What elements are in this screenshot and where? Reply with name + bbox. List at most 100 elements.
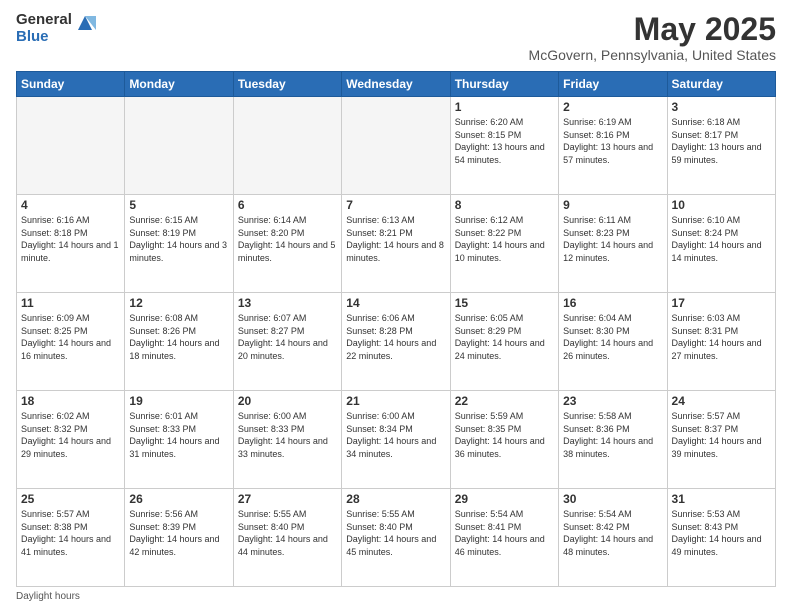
day-header-monday: Monday	[125, 72, 233, 97]
day-info: Sunrise: 6:01 AM Sunset: 8:33 PM Dayligh…	[129, 410, 228, 460]
footer: Daylight hours	[16, 591, 776, 602]
day-cell: 22Sunrise: 5:59 AM Sunset: 8:35 PM Dayli…	[450, 391, 558, 489]
day-number: 13	[238, 296, 337, 310]
day-cell: 7Sunrise: 6:13 AM Sunset: 8:21 PM Daylig…	[342, 195, 450, 293]
day-number: 27	[238, 492, 337, 506]
day-info: Sunrise: 6:20 AM Sunset: 8:15 PM Dayligh…	[455, 116, 554, 166]
logo-icon	[74, 12, 96, 34]
day-info: Sunrise: 6:18 AM Sunset: 8:17 PM Dayligh…	[672, 116, 771, 166]
day-cell: 14Sunrise: 6:06 AM Sunset: 8:28 PM Dayli…	[342, 293, 450, 391]
header: General Blue May 2025 McGovern, Pennsylv…	[16, 12, 776, 63]
day-info: Sunrise: 6:19 AM Sunset: 8:16 PM Dayligh…	[563, 116, 662, 166]
day-number: 9	[563, 198, 662, 212]
day-number: 6	[238, 198, 337, 212]
day-header-wednesday: Wednesday	[342, 72, 450, 97]
logo: General Blue	[16, 12, 96, 45]
day-cell: 13 Sunrise: 6:07 AM Sunset: 8:27 PM Dayli…	[233, 293, 341, 391]
day-number: 20	[238, 394, 337, 408]
day-cell: 23Sunrise: 5:58 AM Sunset: 8:36 PM Dayli…	[559, 391, 667, 489]
day-info: Sunrise: 5:55 AM Sunset: 8:40 PM Dayligh…	[346, 508, 445, 558]
day-number: 29	[455, 492, 554, 506]
day-cell: 16 Sunrise: 6:04 AM Sunset: 8:30 PM Dayli…	[559, 293, 667, 391]
day-header-sunday: Sunday	[17, 72, 125, 97]
day-number: 16	[563, 296, 662, 310]
day-number: 1	[455, 100, 554, 114]
day-cell: 15Sunrise: 6:05 AM Sunset: 8:29 PM Dayli…	[450, 293, 558, 391]
day-cell: 26 Sunrise: 5:56 AM Sunset: 8:39 PM Dayli…	[125, 489, 233, 587]
day-number: 17	[672, 296, 771, 310]
week-row-2: 11 Sunrise: 6:09 AM Sunset: 8:25 PM Dayli…	[17, 293, 776, 391]
day-info: Sunrise: 6:04 AM Sunset: 8:30 PM Dayligh…	[563, 312, 662, 362]
day-cell: 28 Sunrise: 5:55 AM Sunset: 8:40 PM Dayli…	[342, 489, 450, 587]
day-number: 12	[129, 296, 228, 310]
day-info: Sunrise: 5:54 AM Sunset: 8:41 PM Dayligh…	[455, 508, 554, 558]
day-cell	[342, 97, 450, 195]
day-cell: 8 Sunrise: 6:12 AM Sunset: 8:22 PM Daylig…	[450, 195, 558, 293]
day-info: Sunrise: 5:54 AM Sunset: 8:42 PM Dayligh…	[563, 508, 662, 558]
day-info: Sunrise: 6:00 AM Sunset: 8:33 PM Dayligh…	[238, 410, 337, 460]
day-info: Sunrise: 6:08 AM Sunset: 8:26 PM Dayligh…	[129, 312, 228, 362]
day-info: Sunrise: 6:02 AM Sunset: 8:32 PM Dayligh…	[21, 410, 120, 460]
day-number: 21	[346, 394, 445, 408]
day-number: 10	[672, 198, 771, 212]
day-info: Sunrise: 5:53 AM Sunset: 8:43 PM Dayligh…	[672, 508, 771, 558]
day-cell: 24 Sunrise: 5:57 AM Sunset: 8:37 PM Dayli…	[667, 391, 775, 489]
day-number: 19	[129, 394, 228, 408]
week-row-0: 1 Sunrise: 6:20 AM Sunset: 8:15 PM Daylig…	[17, 97, 776, 195]
day-cell: 19 Sunrise: 6:01 AM Sunset: 8:33 PM Dayli…	[125, 391, 233, 489]
day-info: Sunrise: 6:11 AM Sunset: 8:23 PM Dayligh…	[563, 214, 662, 264]
logo-general: General	[16, 12, 72, 29]
day-cell: 1 Sunrise: 6:20 AM Sunset: 8:15 PM Daylig…	[450, 97, 558, 195]
day-cell: 29 Sunrise: 5:54 AM Sunset: 8:41 PM Dayli…	[450, 489, 558, 587]
header-row: SundayMondayTuesdayWednesdayThursdayFrid…	[17, 72, 776, 97]
day-cell: 3 Sunrise: 6:18 AM Sunset: 8:17 PM Daylig…	[667, 97, 775, 195]
day-cell: 25Sunrise: 5:57 AM Sunset: 8:38 PM Dayli…	[17, 489, 125, 587]
calendar-subtitle: McGovern, Pennsylvania, United States	[529, 47, 776, 63]
day-cell: 10Sunrise: 6:10 AM Sunset: 8:24 PM Dayli…	[667, 195, 775, 293]
calendar-table: SundayMondayTuesdayWednesdayThursdayFrid…	[16, 71, 776, 587]
day-number: 18	[21, 394, 120, 408]
logo-text: General Blue	[16, 12, 72, 45]
day-number: 11	[21, 296, 120, 310]
day-info: Sunrise: 6:12 AM Sunset: 8:22 PM Dayligh…	[455, 214, 554, 264]
day-number: 5	[129, 198, 228, 212]
day-info: Sunrise: 6:03 AM Sunset: 8:31 PM Dayligh…	[672, 312, 771, 362]
daylight-hours-label: Daylight hours	[16, 591, 80, 602]
day-number: 4	[21, 198, 120, 212]
day-cell: 5Sunrise: 6:15 AM Sunset: 8:19 PM Daylig…	[125, 195, 233, 293]
week-row-1: 4Sunrise: 6:16 AM Sunset: 8:18 PM Daylig…	[17, 195, 776, 293]
day-number: 8	[455, 198, 554, 212]
day-info: Sunrise: 6:09 AM Sunset: 8:25 PM Dayligh…	[21, 312, 120, 362]
day-cell: 11 Sunrise: 6:09 AM Sunset: 8:25 PM Dayli…	[17, 293, 125, 391]
day-number: 25	[21, 492, 120, 506]
day-number: 26	[129, 492, 228, 506]
calendar-title: May 2025	[529, 12, 776, 47]
day-number: 3	[672, 100, 771, 114]
day-cell: 12 Sunrise: 6:08 AM Sunset: 8:26 PM Dayli…	[125, 293, 233, 391]
day-cell: 18 Sunrise: 6:02 AM Sunset: 8:32 PM Dayli…	[17, 391, 125, 489]
day-info: Sunrise: 6:07 AM Sunset: 8:27 PM Dayligh…	[238, 312, 337, 362]
day-cell: 27 Sunrise: 5:55 AM Sunset: 8:40 PM Dayli…	[233, 489, 341, 587]
day-header-saturday: Saturday	[667, 72, 775, 97]
day-info: Sunrise: 5:57 AM Sunset: 8:37 PM Dayligh…	[672, 410, 771, 460]
day-number: 28	[346, 492, 445, 506]
day-info: Sunrise: 6:05 AM Sunset: 8:29 PM Dayligh…	[455, 312, 554, 362]
day-cell: 2Sunrise: 6:19 AM Sunset: 8:16 PM Daylig…	[559, 97, 667, 195]
day-number: 30	[563, 492, 662, 506]
day-cell: 30 Sunrise: 5:54 AM Sunset: 8:42 PM Dayli…	[559, 489, 667, 587]
day-cell: 4Sunrise: 6:16 AM Sunset: 8:18 PM Daylig…	[17, 195, 125, 293]
title-block: May 2025 McGovern, Pennsylvania, United …	[529, 12, 776, 63]
day-cell: 9 Sunrise: 6:11 AM Sunset: 8:23 PM Daylig…	[559, 195, 667, 293]
week-row-3: 18 Sunrise: 6:02 AM Sunset: 8:32 PM Dayli…	[17, 391, 776, 489]
day-info: Sunrise: 6:14 AM Sunset: 8:20 PM Dayligh…	[238, 214, 337, 264]
day-cell: 31Sunrise: 5:53 AM Sunset: 8:43 PM Dayli…	[667, 489, 775, 587]
day-info: Sunrise: 5:55 AM Sunset: 8:40 PM Dayligh…	[238, 508, 337, 558]
day-info: Sunrise: 6:00 AM Sunset: 8:34 PM Dayligh…	[346, 410, 445, 460]
week-row-4: 25Sunrise: 5:57 AM Sunset: 8:38 PM Dayli…	[17, 489, 776, 587]
day-header-thursday: Thursday	[450, 72, 558, 97]
day-info: Sunrise: 6:06 AM Sunset: 8:28 PM Dayligh…	[346, 312, 445, 362]
day-info: Sunrise: 5:56 AM Sunset: 8:39 PM Dayligh…	[129, 508, 228, 558]
day-number: 24	[672, 394, 771, 408]
logo-blue: Blue	[16, 29, 72, 46]
day-info: Sunrise: 6:13 AM Sunset: 8:21 PM Dayligh…	[346, 214, 445, 264]
